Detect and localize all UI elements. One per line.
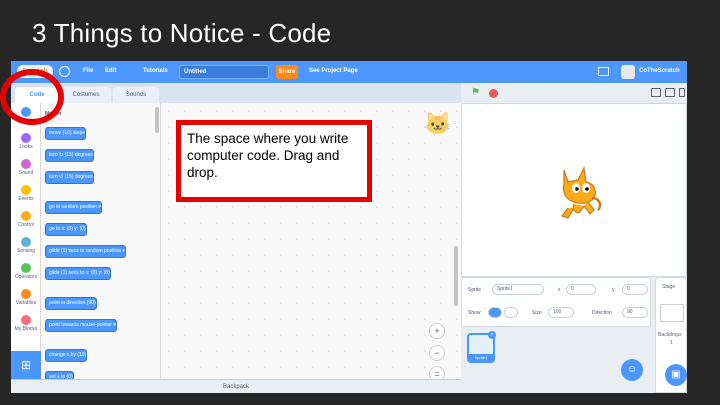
stage-panel-title: Stage xyxy=(662,284,676,290)
category-sound[interactable]: Sound xyxy=(11,159,41,176)
x-field[interactable]: 0 xyxy=(566,284,596,295)
menu-file[interactable]: File xyxy=(83,68,93,74)
category-sensing-dot xyxy=(21,237,31,247)
tab-costumes[interactable]: Costumes xyxy=(61,87,111,103)
zoom-in-icon[interactable]: + xyxy=(429,323,445,339)
category-events[interactable]: Events xyxy=(11,185,41,202)
sprite-list: Sprite1 × ☺ xyxy=(461,327,651,393)
tab-sounds[interactable]: Sounds xyxy=(113,87,159,103)
cat-sprite-icon[interactable] xyxy=(554,164,606,222)
sprite-thumbnail-name: Sprite1 xyxy=(469,354,493,361)
menu-tutorials[interactable]: Tutorials xyxy=(143,68,168,74)
category-looks-dot xyxy=(21,133,31,143)
menu-edit[interactable]: Edit xyxy=(105,68,116,74)
choose-sprite-button[interactable]: ☺ xyxy=(621,359,643,381)
block-go-to[interactable]: go to random position ▾ xyxy=(45,201,102,214)
editor-tabs: Code Costumes Sounds xyxy=(11,83,461,103)
see-project-page-button[interactable]: See Project Page xyxy=(309,68,358,74)
category-label: Control xyxy=(17,222,35,228)
my-stuff-folder-icon[interactable] xyxy=(598,67,609,76)
y-label: y xyxy=(612,287,615,293)
menu-bar: Scratch File Edit Tutorials Untitled Sha… xyxy=(11,61,687,83)
category-label: Looks xyxy=(19,144,33,150)
sprite-info-panel: Sprite Sprite1 x 0 y 0 Show Size 100 Dir… xyxy=(461,277,651,327)
block-change-x[interactable]: change x by (10) xyxy=(45,349,88,362)
block-go-to-xy[interactable]: go to x: (0) y: (0) xyxy=(45,223,87,236)
stage-controls: ⚑ xyxy=(461,83,687,103)
x-label: x xyxy=(558,287,561,293)
slide: 3 Things to Notice - Code Scratch File E… xyxy=(0,0,720,405)
fullscreen-icon[interactable] xyxy=(679,88,685,97)
sprite-label: Sprite xyxy=(468,287,482,293)
sprite-name-field[interactable]: Sprite1 xyxy=(492,284,544,295)
block-point-towards[interactable]: point towards mouse-pointer ▾ xyxy=(45,319,117,332)
block-glide-to-xy[interactable]: glide (1) secs to x: (0) y: (0) xyxy=(45,267,111,280)
scratch-editor-screenshot: Scratch File Edit Tutorials Untitled Sha… xyxy=(11,61,687,393)
category-label: Events xyxy=(18,196,34,202)
category-sound-dot xyxy=(21,159,31,169)
direction-field[interactable]: 90 xyxy=(622,307,648,318)
block-turn-right[interactable]: turn ↻ (15) degrees xyxy=(45,149,94,162)
green-flag-icon[interactable]: ⚑ xyxy=(471,88,480,98)
stage-thumbnail[interactable] xyxy=(660,304,684,322)
block-set-x[interactable]: set x to (0) xyxy=(45,371,74,379)
block-palette: Motion move (10) steps turn ↻ (15) degre… xyxy=(41,103,161,379)
backdrops-count: 1 xyxy=(670,340,673,346)
category-label: Sound xyxy=(18,170,34,176)
category-my-blocks[interactable]: My Blocks xyxy=(11,315,41,332)
account-username[interactable]: CoTheScratch xyxy=(639,68,680,74)
category-sensing[interactable]: Sensing xyxy=(11,237,41,254)
category-control[interactable]: Control xyxy=(11,211,41,228)
palette-scrollbar[interactable] xyxy=(155,107,159,133)
globe-icon[interactable] xyxy=(59,66,70,77)
category-control-dot xyxy=(21,211,31,221)
callout-text: The space where you write computer code.… xyxy=(187,131,349,180)
size-label: Size xyxy=(532,310,542,316)
block-point-in-direction[interactable]: point in direction (90) xyxy=(45,297,97,310)
category-operators-dot xyxy=(21,263,31,273)
stage[interactable] xyxy=(461,103,687,277)
size-field[interactable]: 100 xyxy=(548,307,574,318)
block-categories: Motion Looks Sound Events Control Sensin… xyxy=(11,103,41,351)
code-area-scrollbar[interactable] xyxy=(454,246,458,306)
slide-title: 3 Things to Notice - Code xyxy=(32,18,332,48)
large-stage-icon[interactable] xyxy=(665,88,675,97)
category-variables[interactable]: Variables xyxy=(11,289,41,306)
add-extension-button[interactable]: ⊞ xyxy=(11,351,41,379)
small-stage-icon[interactable] xyxy=(651,88,661,97)
avatar[interactable] xyxy=(621,65,635,79)
category-label: Variables xyxy=(15,300,37,306)
category-events-dot xyxy=(21,185,31,195)
block-turn-left[interactable]: turn ↺ (15) degrees xyxy=(45,171,94,184)
category-my-blocks-dot xyxy=(21,315,31,325)
y-field[interactable]: 0 xyxy=(622,284,648,295)
category-looks[interactable]: Looks xyxy=(11,133,41,150)
sprite-ghost-icon: 🐱 xyxy=(424,111,452,136)
category-label: Sensing xyxy=(16,248,36,254)
backdrops-label: Backdrops xyxy=(658,332,682,338)
category-variables-dot xyxy=(21,289,31,299)
delete-sprite-icon[interactable]: × xyxy=(488,331,496,339)
zoom-out-icon[interactable]: − xyxy=(429,345,445,361)
block-glide-to[interactable]: glide (1) secs to random position ▾ xyxy=(45,245,127,258)
category-operators[interactable]: Operators xyxy=(11,263,41,280)
stop-icon[interactable] xyxy=(489,89,498,98)
category-label: Operators xyxy=(14,274,38,280)
show-label: Show xyxy=(468,310,481,316)
choose-backdrop-button[interactable]: ▣ xyxy=(665,364,687,386)
block-move-steps[interactable]: move (10) steps xyxy=(45,127,86,140)
backpack-bar[interactable]: Backpack xyxy=(11,379,461,393)
show-visible-toggle[interactable] xyxy=(488,307,502,318)
category-label: My Blocks xyxy=(14,326,38,332)
share-button[interactable]: Share xyxy=(276,65,298,79)
direction-label: Direction xyxy=(592,310,612,316)
show-hidden-toggle[interactable] xyxy=(504,307,518,318)
code-tab-highlight-circle xyxy=(0,69,64,125)
code-area-callout: The space where you write computer code.… xyxy=(176,120,372,202)
project-title-input[interactable]: Untitled xyxy=(179,65,269,79)
